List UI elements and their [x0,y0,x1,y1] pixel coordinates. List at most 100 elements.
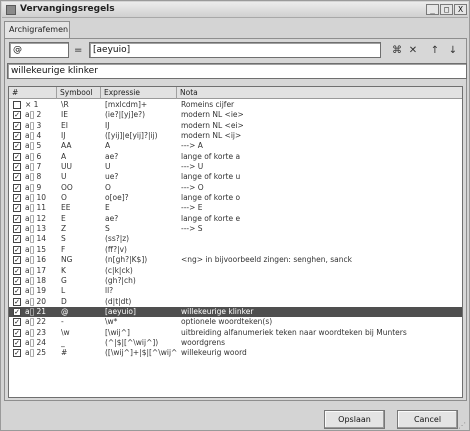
rule-enabled-checkbox[interactable]: ✓ [13,307,21,316]
rule-row[interactable]: ✓ a⃝ 8 Uue? lange of korte u [9,172,462,182]
rule-enabled-checkbox[interactable]: ✓ [13,152,21,161]
rule-enabled-checkbox[interactable]: ✓ [13,225,21,234]
rule-note: modern NL <ie> [181,110,244,120]
rule-enabled-checkbox[interactable]: ✓ [13,287,21,296]
tab-archigrafemen[interactable]: Archigrafemen [4,21,70,39]
rule-row[interactable]: ✓ a⃝ 12 Eae? lange of korte e [9,214,462,224]
rule-enabled-checkbox[interactable]: ✓ [13,338,21,347]
rule-symbol: A [61,151,67,161]
close-button[interactable]: X [454,4,467,15]
rule-expression: [mxlcdm]+ [105,100,148,109]
rule-symbol: AA [61,141,72,151]
rule-enabled-checkbox[interactable]: ✓ [13,235,21,244]
rule-row[interactable]: ✓ a⃝ 16 NG (n[gh?|K$]) <ng> in bijvoorbeeld … [9,255,462,265]
column-header-symbol[interactable]: Symbool [57,87,101,99]
rule-enabled-checkbox[interactable]: ✓ [13,163,21,172]
symbol-input[interactable]: @ [9,42,69,58]
rule-number: a⃝ 18 [25,275,47,285]
rule-row[interactable]: ✓ a⃝ 20 D (d|t|dt) [9,297,462,307]
rule-expression: A [105,141,111,151]
rule-row[interactable]: ✓ a⃝ 14 S (ss?|z) [9,234,462,244]
rule-expression: E [105,203,110,213]
rule-expression: (gh?|ch) [105,275,136,285]
replacement-rules-window: Vervangingsregels _ □ X Archigrafemen @ … [0,0,470,431]
rule-row[interactable]: ✓ a⃝ 18 G (gh?|ch) [9,276,462,286]
rule-expression: ll? [105,286,114,296]
rule-row[interactable]: ✓ a⃝ 22 - \w* optionele woordteken(s) [9,317,462,327]
rule-row[interactable]: ✓ a⃝ 24 _ (^|$|[^\wij^]) woordgrens [9,338,462,348]
column-header-number[interactable]: # [9,87,57,99]
rule-enabled-checkbox[interactable]: ✓ [13,349,21,358]
resize-grip-icon[interactable]: ⋰ [458,421,468,430]
rule-row[interactable]: ✓ a⃝ 2 IE (ie?|[yj]e?) modern NL <ie> [9,110,462,120]
note-input[interactable]: willekeurige klinker [7,63,467,79]
rule-row[interactable]: ✓ a⃝ 4 IJ ([yij]|e[yij]?|ij) modern NL <ij> [9,131,462,141]
title-bar[interactable]: Vervangingsregels _ □ X [2,2,468,18]
move-up-arrow-icon[interactable]: ↑ [429,45,441,57]
rule-number: a⃝ 11 [25,203,47,213]
rule-enabled-checkbox[interactable]: ✓ [13,132,21,141]
rule-note [181,234,461,244]
rule-enabled-checkbox[interactable]: ✓ [13,276,21,285]
rule-expression: U [105,162,111,172]
rule-number: a⃝ 2 [25,110,42,120]
rule-enabled-checkbox[interactable]: ✓ [13,183,21,192]
rule-row[interactable]: ✓ a⃝ 9 OO O ---> O [9,183,462,193]
rule-symbol: UU [61,162,72,172]
rule-symbol: # [61,348,68,358]
rule-enabled-checkbox[interactable]: ✓ [13,214,21,223]
delete-tool-icon[interactable]: ✕ [407,45,419,57]
rule-row[interactable]: ✓ a⃝ 17 K (c|k|ck) [9,266,462,276]
rule-expression: (n[gh?|K$]) [105,255,148,265]
expression-input[interactable]: [aeyuio] [89,42,381,58]
rule-expression: O [105,182,111,192]
rule-enabled-checkbox[interactable]: ✓ [13,111,21,120]
rule-number: a⃝ 9 [25,182,42,192]
rule-note: lange of korte a [181,151,241,161]
rule-row[interactable]: ✓ a⃝ 6 Aae? lange of korte a [9,152,462,162]
rule-row[interactable]: ✓ a⃝ 15 F (ff?|v) [9,245,462,255]
rule-row[interactable]: ✓ a⃝ 5 AA A ---> A [9,141,462,151]
rule-enabled-checkbox[interactable]: ✓ [13,204,21,213]
rule-number: a⃝ 10 [25,193,47,203]
rule-note: modern NL <ei> [181,120,244,130]
rule-enabled-checkbox[interactable]: ✓ [13,266,21,275]
rule-note: willekeurig woord [181,348,247,358]
hide-tool-icon[interactable]: ⌘ [391,45,403,57]
rule-enabled-checkbox[interactable]: ✓ [13,121,21,130]
rule-row[interactable]: ✓ a⃝ 7 UU U ---> U [9,162,462,172]
rule-enabled-checkbox[interactable]: ✓ [13,256,21,265]
rule-enabled-checkbox[interactable]: ✓ [13,328,21,337]
rule-enabled-checkbox[interactable]: ✓ [13,142,21,151]
save-button[interactable]: Opslaan [324,410,385,429]
rule-enabled-checkbox[interactable]: ✓ [13,173,21,182]
column-header-note[interactable]: Nota [177,87,462,99]
rule-note: ---> A [181,141,203,151]
minimize-button[interactable]: _ [426,4,439,15]
rule-row[interactable]: ✓ a⃝ 23 \w [\wij^] uitbreiding alfanumeriek … [9,328,462,338]
rule-expression: S [105,224,110,234]
move-down-arrow-icon[interactable]: ↓ [447,45,459,57]
rule-symbol: L [61,286,66,296]
rule-enabled-checkbox[interactable]: ✓ [13,297,21,306]
rule-row[interactable]: ✓ a⃝ 19 Lll? [9,286,462,296]
rule-row[interactable]: ✓ a⃝ 25 # ([\wij^]+|$|[^\wij^]) willekeurig … [9,348,462,358]
rule-number: a⃝ 17 [25,265,47,275]
cancel-button[interactable]: Cancel [397,410,458,429]
rule-row[interactable]: ✓ a⃝ 3 EI IJ modern NL <ei> [9,121,462,131]
rule-enabled-checkbox[interactable] [13,101,21,109]
rule-row[interactable]: ✓ a⃝ 11 EE E ---> E [9,203,462,213]
rule-symbol: Z [61,224,67,234]
rule-symbol: EE [61,203,71,213]
maximize-button[interactable]: □ [440,4,453,15]
rule-expression: (ff?|v) [105,244,127,254]
rule-row[interactable]: ✓ a⃝ 13 Z S ---> S [9,224,462,234]
rule-row[interactable]: ✓ a⃝ 10 Oo[oe]? lange of korte o [9,193,462,203]
rule-enabled-checkbox[interactable]: ✓ [13,245,21,254]
rule-row[interactable]: × 1 \R [mxlcdm]+ Romeins cijfer [9,100,462,110]
rule-enabled-checkbox[interactable]: ✓ [13,194,21,203]
rule-enabled-checkbox[interactable]: ✓ [13,318,21,327]
rule-row[interactable]: ✓ a⃝ 21 @ [aeyuio] willekeurige klinker [9,306,462,318]
rules-list: # Symbool Expressie Nota × 1 \R [mxlcdm]+ R… [8,86,463,398]
column-header-expression[interactable]: Expressie [101,87,177,99]
